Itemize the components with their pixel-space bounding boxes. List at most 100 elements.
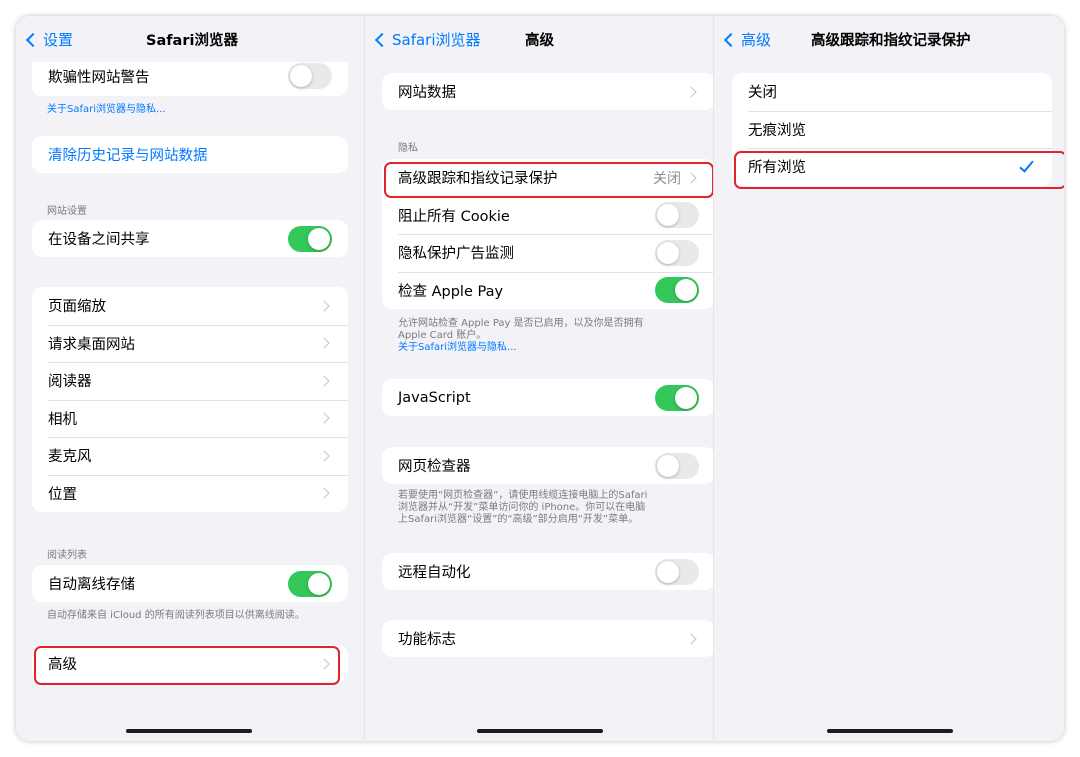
apple-pay-footnote: 允许网站检查 Apple Pay 是否已启用，以及你是否拥有 Apple Car…	[398, 318, 644, 354]
toggle-knob	[308, 227, 330, 250]
remote-automation-toggle[interactable]	[655, 558, 699, 585]
back-button[interactable]: 设置	[24, 29, 73, 50]
row-label: 阅读器	[48, 374, 92, 391]
chevron-left-icon	[25, 32, 41, 47]
settings-row-request-desktop[interactable]: 请求桌面网站	[32, 324, 348, 363]
row-label: JavaScript	[398, 389, 471, 406]
clear-history-group: 清除历史记录与网站数据	[32, 136, 348, 173]
section-header-site-settings: 网站设置	[47, 206, 87, 217]
privacy-group: 高级跟踪和指纹记录保护 关闭 阻止所有 Cookie 隐私保护广告监测 检查 A…	[382, 159, 714, 309]
fraud-warning-toggle[interactable]	[288, 63, 332, 89]
security-group: 欺骗性网站警告	[32, 62, 348, 96]
chevron-right-icon	[318, 375, 330, 387]
web-inspector-footnote: 若要使用“网页检查器”，请使用线缆连接电脑上的Safari 浏览器并从“开发”菜…	[398, 490, 647, 526]
toggle-knob	[675, 279, 697, 302]
auto-offline-toggle[interactable]	[288, 570, 332, 597]
settings-row-page-zoom[interactable]: 页面缩放	[32, 287, 348, 325]
privacy-ad-toggle[interactable]	[655, 239, 699, 266]
site-options-group: 页面缩放 请求桌面网站 阅读器 相机 麦克风 位置	[32, 287, 348, 512]
tracking-options-group: 关闭 无痕浏览 所有浏览	[732, 73, 1052, 186]
page-title: 高级跟踪和指纹记录保护	[811, 33, 971, 49]
clear-history-label: 清除历史记录与网站数据	[48, 148, 208, 165]
tracking-protection-panel: 高级 高级跟踪和指纹记录保护 关闭 无痕浏览 所有浏览	[714, 16, 1064, 741]
share-across-devices-row: 在设备之间共享	[32, 220, 348, 257]
settings-row-website-data[interactable]: 网站数据	[382, 73, 714, 110]
chevron-left-icon	[374, 32, 390, 47]
footnote-line: 若要使用“网页检查器”，请使用线缆连接电脑上的Safari	[398, 490, 648, 501]
chevron-left-icon	[723, 32, 739, 47]
website-data-group: 网站数据	[382, 73, 714, 110]
option-all-browsing[interactable]: 所有浏览	[732, 148, 1052, 186]
navbar: Safari浏览器 高级	[365, 16, 714, 62]
home-indicator	[827, 729, 953, 733]
feature-flags-group: 功能标志	[382, 620, 714, 657]
advanced-panel: Safari浏览器 高级 网站数据 隐私 高级跟踪和指纹记录保护 关闭 阻止所有…	[365, 16, 714, 741]
toggle-knob	[657, 204, 679, 227]
row-label: 功能标志	[398, 632, 456, 649]
block-cookies-toggle[interactable]	[655, 202, 699, 229]
settings-row-tracking-protection[interactable]: 高级跟踪和指纹记录保护 关闭	[382, 159, 714, 197]
row-label: 位置	[48, 486, 77, 503]
auto-offline-row: 自动离线存储	[32, 565, 348, 602]
section-header-privacy: 隐私	[398, 143, 418, 154]
auto-offline-label: 自动离线存储	[48, 577, 135, 594]
fraud-warning-label: 欺骗性网站警告	[48, 69, 150, 86]
auto-offline-footnote: 自动存储来自 iCloud 的所有阅读列表项目以供离线阅读。	[47, 610, 305, 621]
back-button[interactable]: Safari浏览器	[373, 29, 481, 50]
back-label: 设置	[43, 31, 74, 49]
footnote-line: Apple Card 账户。	[398, 330, 487, 341]
privacy-link[interactable]: 关于Safari浏览器与隐私...	[47, 100, 166, 115]
settings-row-microphone[interactable]: 麦克风	[32, 437, 348, 475]
back-label: 高级	[741, 31, 772, 49]
footnote-line: 浏览器并从“开发”菜单访问你的 iPhone。你可以在电脑	[398, 502, 646, 513]
row-label: 高级	[48, 657, 77, 674]
screenshot-frame: 设置 Safari浏览器 欺骗性网站警告 关于Safari浏览器与隐私... 清…	[16, 16, 1064, 741]
web-inspector-group: 网页检查器	[382, 447, 714, 484]
row-label: 请求桌面网站	[48, 336, 135, 353]
settings-row-camera[interactable]: 相机	[32, 399, 348, 438]
row-label: 麦克风	[48, 449, 92, 466]
chevron-right-icon	[318, 300, 330, 312]
chevron-right-icon	[685, 86, 697, 98]
home-indicator	[126, 729, 252, 733]
share-across-devices-toggle[interactable]	[288, 225, 332, 252]
reading-list-group: 自动离线存储	[32, 565, 348, 602]
row-label: 检查 Apple Pay	[398, 283, 504, 300]
back-button[interactable]: 高级	[722, 29, 771, 50]
toggle-knob	[290, 65, 312, 87]
settings-row-feature-flags[interactable]: 功能标志	[382, 620, 714, 657]
settings-row-advanced[interactable]: 高级	[32, 645, 348, 682]
footnote-line: 上Safari浏览器“设置”的“高级”部分启用“开发”菜单。	[398, 514, 639, 525]
option-label: 所有浏览	[748, 160, 806, 177]
row-label: 远程自动化	[398, 565, 471, 582]
chevron-right-icon	[685, 172, 697, 184]
apple-pay-toggle[interactable]	[655, 277, 699, 304]
option-label: 关闭	[748, 85, 777, 102]
javascript-toggle[interactable]	[655, 384, 699, 411]
apple-pay-row: 检查 Apple Pay	[382, 271, 714, 310]
advanced-group: 高级	[32, 645, 348, 682]
block-cookies-row: 阻止所有 Cookie	[382, 196, 714, 235]
option-off[interactable]: 关闭	[732, 73, 1052, 111]
remote-automation-group: 远程自动化	[382, 553, 714, 590]
row-label: 网页检查器	[398, 459, 471, 476]
privacy-ad-row: 隐私保护广告监测	[382, 234, 714, 272]
web-inspector-toggle[interactable]	[655, 452, 699, 479]
settings-row-location[interactable]: 位置	[32, 474, 348, 513]
toggle-knob	[675, 386, 697, 409]
option-private-browsing[interactable]: 无痕浏览	[732, 110, 1052, 149]
page-title: Safari浏览器	[146, 33, 238, 49]
row-label: 页面缩放	[48, 299, 106, 316]
share-across-devices-label: 在设备之间共享	[48, 232, 150, 249]
row-label: 相机	[48, 411, 77, 428]
clear-history-button[interactable]: 清除历史记录与网站数据	[32, 136, 348, 173]
fraud-warning-row: 欺骗性网站警告	[32, 62, 348, 90]
privacy-link[interactable]: 关于Safari浏览器与隐私...	[398, 342, 644, 354]
web-inspector-row: 网页检查器	[382, 447, 714, 484]
back-label: Safari浏览器	[392, 31, 481, 49]
toggle-knob	[657, 560, 679, 583]
chevron-right-icon	[318, 412, 330, 424]
settings-row-reader[interactable]: 阅读器	[32, 362, 348, 400]
chevron-right-icon	[318, 337, 330, 349]
row-label: 高级跟踪和指纹记录保护	[398, 171, 558, 188]
